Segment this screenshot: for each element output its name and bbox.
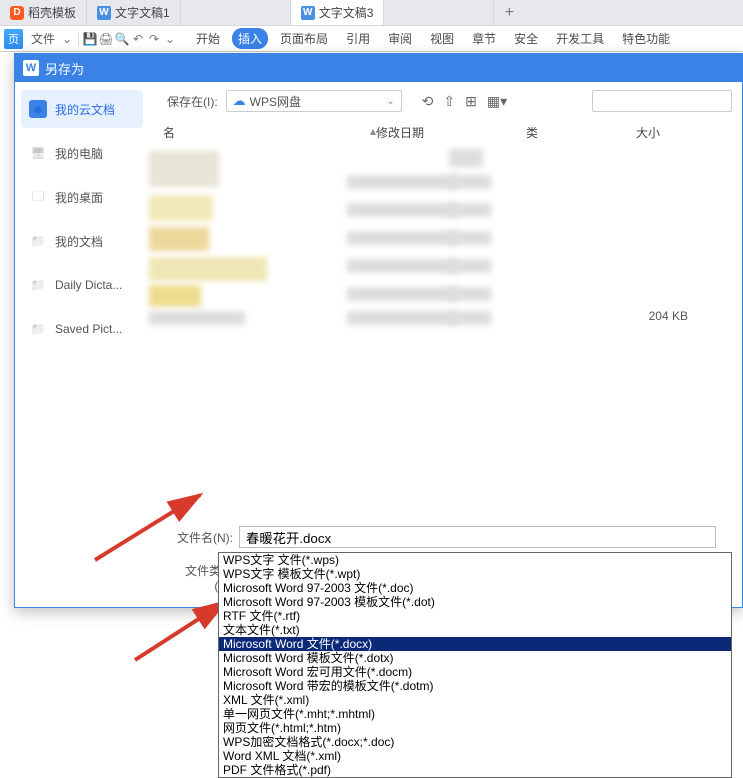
- tab-doc3[interactable]: W 文字文稿3: [291, 0, 385, 25]
- filetype-option[interactable]: 单一网页文件(*.mht;*.mhtml): [219, 707, 731, 721]
- page-indicator[interactable]: 页: [4, 29, 23, 49]
- sidebar-item-saved[interactable]: Saved Pict...: [21, 310, 143, 348]
- chevron-down-icon[interactable]: ⌄: [59, 32, 75, 46]
- filetype-option[interactable]: WPS加密文档格式(*.docx;*.doc): [219, 735, 731, 749]
- filename-label: 文件名(N):: [169, 529, 233, 546]
- wps-icon: W: [23, 60, 39, 76]
- filetype-option[interactable]: Word XML 文档(*.xml): [219, 749, 731, 763]
- menu-layout[interactable]: 页面布局: [274, 28, 334, 49]
- filename-input[interactable]: [239, 526, 716, 548]
- sidebar-item-computer[interactable]: 我的电脑: [21, 134, 143, 172]
- location-row: 保存在(I): ☁ WPS网盘 ⌄ ⟲ ⇧ ⊞ ▦▾: [149, 82, 736, 120]
- app-tab-bar: D 稻壳模板 W 文字文稿1 W 文字文稿3 +: [0, 0, 743, 26]
- location-label: 保存在(I):: [167, 93, 218, 110]
- print-icon[interactable]: 🖨: [98, 32, 114, 46]
- ribbon-toolbar: 页 文件 ⌄ 💾 🖨 🔍 ↶ ↷ ⌄ 开始 插入 页面布局 引用 审阅 视图 章…: [0, 26, 743, 52]
- menu-dev[interactable]: 开发工具: [550, 28, 610, 49]
- col-size[interactable]: 大小: [636, 124, 736, 141]
- menu-security[interactable]: 安全: [508, 28, 544, 49]
- view-icon[interactable]: ▦▾: [487, 93, 507, 110]
- file-size: 204 KB: [649, 309, 688, 323]
- tab-add-button[interactable]: +: [494, 0, 524, 25]
- sidebar-item-label: 我的桌面: [55, 189, 103, 206]
- filetype-dropdown[interactable]: WPS文字 文件(*.wps)WPS文字 模板文件(*.wpt)Microsof…: [218, 552, 732, 778]
- sidebar-item-daily[interactable]: Daily Dicta...: [21, 266, 143, 304]
- col-name[interactable]: 名: [163, 124, 400, 141]
- filetype-option[interactable]: Microsoft Word 模板文件(*.dotx): [219, 651, 731, 665]
- location-combo[interactable]: ☁ WPS网盘 ⌄: [226, 90, 402, 112]
- preview-icon[interactable]: 🔍: [114, 32, 130, 46]
- sidebar-item-label: 我的云文档: [55, 101, 115, 118]
- file-menu[interactable]: 文件: [27, 30, 59, 47]
- tab-daohe[interactable]: D 稻壳模板: [0, 0, 87, 25]
- col-date[interactable]: 修改日期: [376, 124, 526, 141]
- filetype-option[interactable]: Microsoft Word 97-2003 模板文件(*.dot): [219, 595, 731, 609]
- tab-label: 文字文稿3: [319, 4, 374, 21]
- monitor-icon: [29, 144, 47, 162]
- dialog-titlebar: W 另存为: [15, 54, 742, 82]
- sidebar-item-desktop[interactable]: 我的桌面: [21, 178, 143, 216]
- filetype-option[interactable]: 文本文件(*.txt): [219, 623, 731, 637]
- filetype-option[interactable]: Microsoft Word 文件(*.docx): [219, 637, 731, 651]
- save-as-dialog: W 另存为 ◆ 我的云文档 我的电脑 我的桌面 我的文档 Dail: [14, 53, 743, 608]
- sidebar-item-label: Saved Pict...: [55, 322, 122, 336]
- desktop-icon: [29, 188, 47, 206]
- location-value: WPS网盘: [250, 93, 301, 110]
- menu-special[interactable]: 特色功能: [616, 28, 676, 49]
- sidebar-item-label: 我的电脑: [55, 145, 103, 162]
- filetype-option[interactable]: WPS文字 模板文件(*.wpt): [219, 567, 731, 581]
- filetype-option[interactable]: Microsoft Word 宏可用文件(*.docm): [219, 665, 731, 679]
- up-folder-icon[interactable]: ⇧: [443, 93, 455, 110]
- back-icon[interactable]: ⟲: [422, 93, 434, 110]
- sidebar-item-cloud[interactable]: ◆ 我的云文档: [21, 90, 143, 128]
- sidebar-item-label: Daily Dicta...: [55, 278, 122, 292]
- sidebar-item-documents[interactable]: 我的文档: [21, 222, 143, 260]
- dialog-title: 另存为: [45, 59, 84, 78]
- redo-icon[interactable]: ↷: [146, 32, 162, 46]
- daohe-icon: D: [10, 6, 24, 20]
- cloud-icon: ☁: [233, 93, 246, 109]
- search-input[interactable]: [592, 90, 732, 112]
- filetype-option[interactable]: XML 文件(*.xml): [219, 693, 731, 707]
- tab-label: 稻壳模板: [28, 4, 76, 21]
- file-list-header: 名 ▴ 修改日期 类 大小: [149, 120, 736, 145]
- save-icon[interactable]: 💾: [82, 32, 98, 46]
- menu-view[interactable]: 视图: [424, 28, 460, 49]
- col-type[interactable]: 类: [526, 124, 636, 141]
- menu-section[interactable]: 章节: [466, 28, 502, 49]
- tab-label: 文字文稿1: [115, 4, 170, 21]
- new-folder-icon[interactable]: ⊞: [465, 93, 477, 110]
- folder-icon: [29, 276, 47, 294]
- menu-ref[interactable]: 引用: [340, 28, 376, 49]
- word-icon: W: [301, 6, 315, 20]
- location-sidebar: ◆ 我的云文档 我的电脑 我的桌面 我的文档 Daily Dicta...: [15, 82, 149, 607]
- filetype-option[interactable]: Microsoft Word 带宏的模板文件(*.dotm): [219, 679, 731, 693]
- menu-review[interactable]: 审阅: [382, 28, 418, 49]
- filetype-option[interactable]: RTF 文件(*.rtf): [219, 609, 731, 623]
- file-list[interactable]: 204 KB: [149, 145, 736, 516]
- menu-start[interactable]: 开始: [190, 28, 226, 49]
- chevron-down-icon: ⌄: [386, 96, 394, 107]
- tab-doc1[interactable]: W 文字文稿1: [87, 0, 181, 25]
- chevron-down-icon[interactable]: ⌄: [162, 32, 178, 46]
- ribbon-menu: 开始 插入 页面布局 引用 审阅 视图 章节 安全 开发工具 特色功能: [190, 28, 676, 49]
- undo-icon[interactable]: ↶: [130, 32, 146, 46]
- menu-insert[interactable]: 插入: [232, 28, 268, 49]
- filetype-option[interactable]: WPS文字 文件(*.wps): [219, 553, 731, 567]
- folder-icon: [29, 232, 47, 250]
- filetype-option[interactable]: Microsoft Word 97-2003 文件(*.doc): [219, 581, 731, 595]
- folder-icon: [29, 320, 47, 338]
- filetype-option[interactable]: PDF 文件格式(*.pdf): [219, 763, 731, 777]
- word-icon: W: [97, 6, 111, 20]
- cube-icon: ◆: [29, 100, 47, 118]
- sidebar-item-label: 我的文档: [55, 233, 103, 250]
